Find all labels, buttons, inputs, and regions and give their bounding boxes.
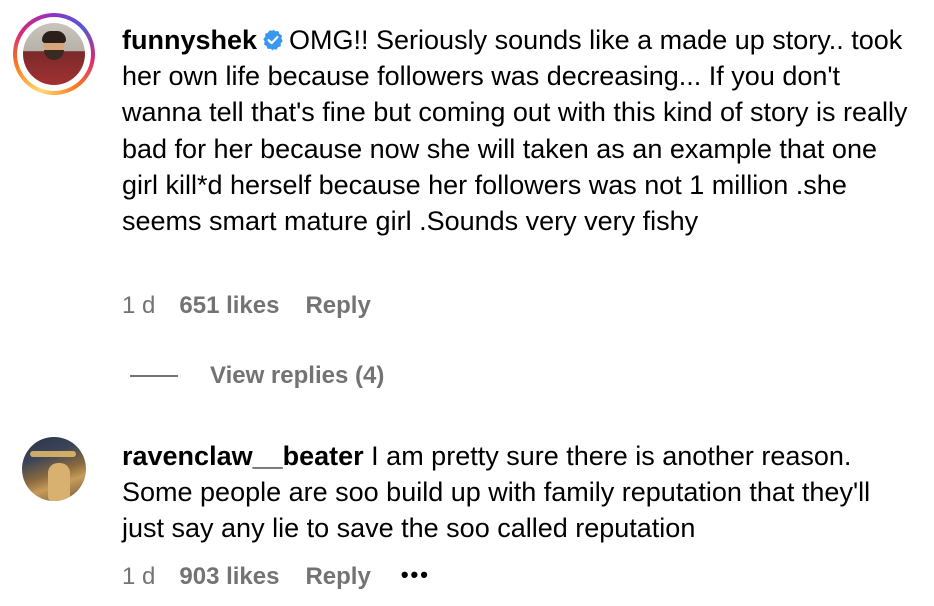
comment-text: OMG!! Seriously sounds like a made up st… — [122, 25, 908, 237]
reply-button[interactable]: Reply — [305, 292, 370, 320]
comment-body: funnyshek OMG!! Seriously sounds like a … — [122, 22, 912, 239]
timestamp[interactable]: 1 d — [122, 292, 155, 320]
comment-body: ravenclaw__beater I am pretty sure there… — [122, 438, 912, 547]
more-options-icon[interactable]: ••• — [401, 562, 430, 588]
avatar[interactable] — [23, 23, 85, 85]
username-link[interactable]: funnyshek — [122, 25, 257, 55]
verified-badge-icon — [263, 29, 283, 51]
username-link[interactable]: ravenclaw__beater — [122, 441, 364, 471]
view-replies-label[interactable]: View replies (4) — [210, 362, 384, 390]
view-replies-button[interactable]: View replies (4) — [130, 362, 384, 390]
likes-count[interactable]: 651 likes — [179, 292, 279, 320]
timestamp[interactable]: 1 d — [122, 563, 155, 591]
story-ring-avatar[interactable] — [13, 13, 95, 95]
divider-line — [130, 375, 178, 377]
comment-meta: 1 d 651 likes Reply — [122, 292, 371, 320]
reply-button[interactable]: Reply — [305, 563, 370, 591]
comment-meta: 1 d 903 likes Reply ••• — [122, 562, 430, 591]
likes-count[interactable]: 903 likes — [179, 563, 279, 591]
avatar[interactable] — [22, 437, 86, 501]
